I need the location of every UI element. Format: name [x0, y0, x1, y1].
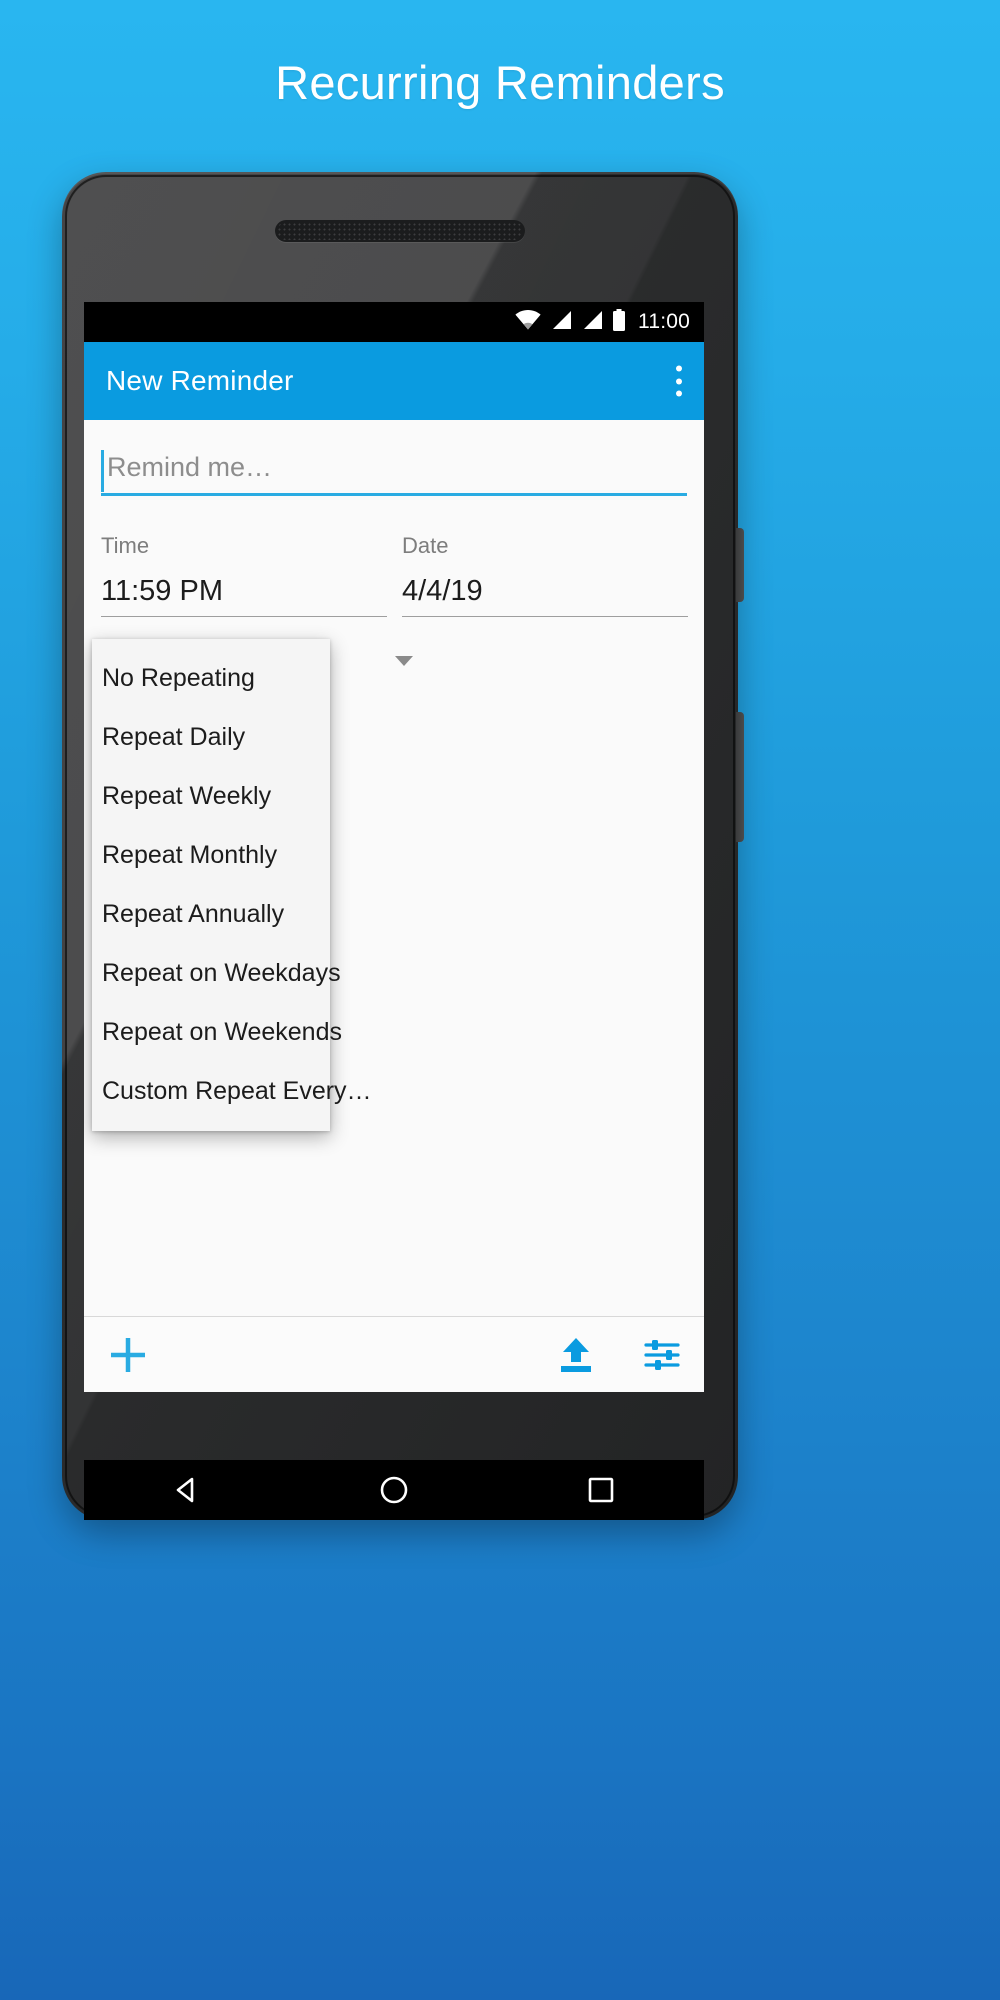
power-button[interactable] — [736, 528, 744, 602]
chevron-down-icon[interactable] — [395, 656, 413, 666]
time-value: 11:59 PM — [101, 575, 223, 607]
dropdown-item-custom-repeat[interactable]: Custom Repeat Every… — [92, 1062, 372, 1121]
status-bar: 11:00 — [84, 302, 704, 342]
reminder-title-field[interactable]: Remind me… — [101, 448, 687, 496]
bottom-action-bar — [84, 1316, 704, 1392]
reminder-title-placeholder: Remind me… — [107, 452, 273, 482]
dropdown-item-no-repeating[interactable]: No Repeating — [92, 649, 330, 708]
dropdown-item-repeat-weekends[interactable]: Repeat on Weekends — [92, 1003, 342, 1062]
app-bar-title: New Reminder — [106, 365, 294, 396]
plus-icon[interactable] — [106, 1333, 150, 1377]
signal-icon — [550, 310, 572, 335]
time-underline — [101, 616, 387, 617]
status-bar-clock: 11:00 — [638, 310, 690, 333]
dropdown-item-repeat-weekdays[interactable]: Repeat on Weekdays — [92, 944, 341, 1003]
tune-sliders-icon[interactable] — [642, 1335, 682, 1375]
earpiece-speaker-icon — [275, 220, 525, 242]
date-label: Date — [402, 533, 449, 558]
page-title: Recurring Reminders — [275, 56, 725, 109]
nav-back[interactable] — [127, 1460, 247, 1520]
time-input[interactable]: 11:59 PM — [101, 575, 387, 617]
phone-screen: 11:00 New Reminder Remind me… Time Date … — [84, 302, 704, 1392]
status-bar-icons — [515, 308, 626, 336]
android-nav-bar — [84, 1460, 704, 1520]
app-bar: New Reminder — [84, 342, 704, 420]
dropdown-item-repeat-monthly[interactable]: Repeat Monthly — [92, 826, 330, 885]
dropdown-item-repeat-daily[interactable]: Repeat Daily — [92, 708, 330, 767]
dropdown-item-repeat-annually[interactable]: Repeat Annually — [92, 885, 330, 944]
phone-device-frame: 11:00 New Reminder Remind me… Time Date … — [62, 172, 744, 1520]
reminder-title-underline — [101, 493, 687, 496]
date-value: 4/4/19 — [402, 575, 483, 607]
text-caret — [101, 450, 104, 492]
dropdown-item-repeat-weekly[interactable]: Repeat Weekly — [92, 767, 330, 826]
reminder-form: Remind me… Time Date 11:59 PM 4/4/19 No … — [84, 420, 704, 1316]
repeat-dropdown-menu[interactable]: No Repeating Repeat Daily Repeat Weekly … — [92, 639, 372, 1131]
nav-home[interactable] — [334, 1460, 454, 1520]
nav-recents[interactable] — [541, 1460, 661, 1520]
wifi-icon — [515, 309, 541, 335]
date-underline — [402, 616, 688, 617]
battery-icon — [612, 308, 626, 336]
signal-icon — [581, 310, 603, 335]
volume-button[interactable] — [736, 712, 744, 842]
date-input[interactable]: 4/4/19 — [402, 575, 688, 617]
overflow-menu-icon[interactable] — [675, 365, 682, 397]
upload-icon[interactable] — [556, 1335, 596, 1375]
time-label: Time — [101, 533, 150, 558]
